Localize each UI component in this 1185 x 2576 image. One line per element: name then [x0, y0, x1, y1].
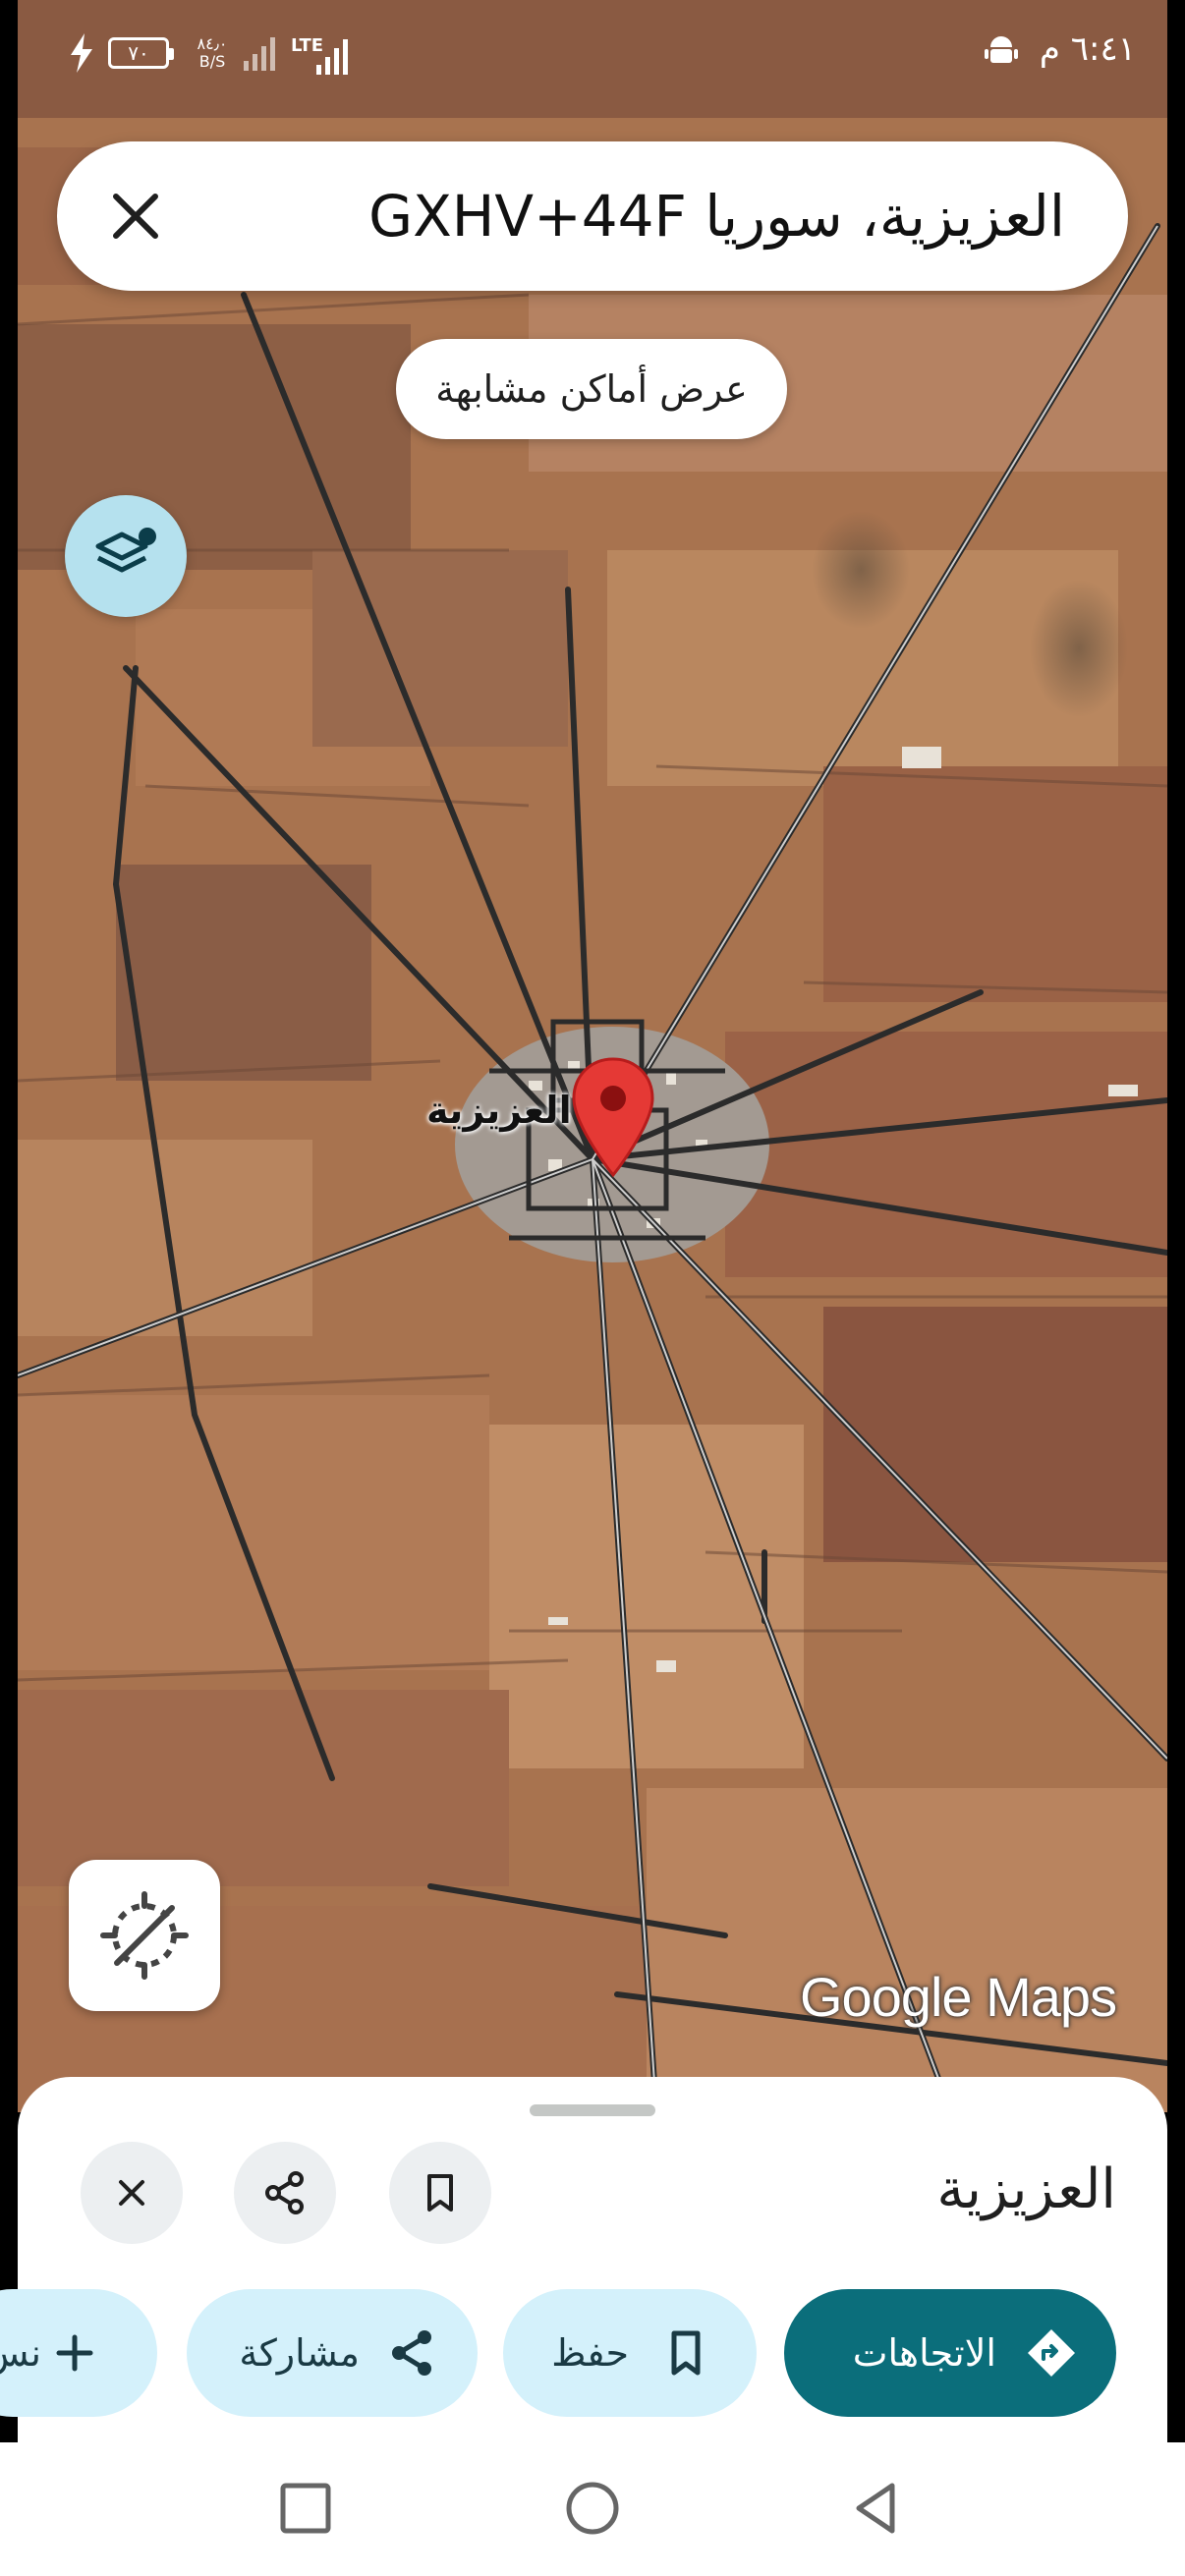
square-icon[interactable]: [269, 2472, 342, 2545]
save-chip[interactable]: حفظ: [503, 2289, 757, 2417]
bookmark-icon: [671, 2330, 701, 2376]
status-bar: ٧٠ ٨٤٫٠ B/S LTE ٦:٤١ م: [0, 0, 1185, 108]
google-maps-attribution: Google Maps: [800, 1966, 1117, 2028]
directions-button[interactable]: الاتجاهات: [784, 2289, 1116, 2417]
share-icon: [265, 2171, 304, 2214]
battery-icon: ٧٠: [108, 37, 174, 69]
signal-icon: [244, 37, 275, 71]
similar-places-button[interactable]: عرض أماكن مشابهة: [396, 339, 787, 439]
directions-icon: [1028, 2329, 1075, 2377]
share-chip[interactable]: مشاركة: [187, 2289, 478, 2417]
more-action-label: نس: [0, 2331, 41, 2375]
network-speed-value: ٨٤٫٠: [197, 34, 228, 53]
network-speed: ٨٤٫٠ B/S: [189, 35, 236, 71]
save-button[interactable]: [389, 2142, 491, 2244]
plus-icon: [56, 2334, 93, 2372]
layers-icon: [95, 528, 156, 573]
satellite-map[interactable]: العزيزية Google Maps: [18, 0, 1167, 2112]
map-place-label[interactable]: العزيزية: [426, 1089, 572, 1132]
navigation-bar: [0, 2442, 1185, 2576]
bookmark-icon: [427, 2174, 453, 2212]
battery-level: ٧٠: [128, 41, 149, 65]
place-title: العزيزية: [936, 2157, 1116, 2221]
directions-label: الاتجاهات: [852, 2331, 996, 2375]
android-icon: [985, 36, 1018, 63]
map-pin-icon[interactable]: [570, 1055, 656, 1179]
close-icon: [119, 2180, 144, 2206]
drag-handle[interactable]: [530, 2104, 655, 2116]
search-bar[interactable]: العزيزية، سوريا GXHV+44F: [57, 141, 1128, 291]
status-time: ٦:٤١ م: [1039, 29, 1136, 69]
charging-icon: [71, 33, 92, 73]
screen: العزيزية Google Maps ٧٠ ٨٤٫٠ B/S LTE ٦:٤…: [0, 0, 1185, 2576]
triangle-icon[interactable]: [841, 2472, 914, 2545]
share-icon: [392, 2330, 431, 2376]
close-icon[interactable]: [98, 179, 173, 253]
my-location-button[interactable]: [69, 1860, 220, 2011]
circle-icon[interactable]: [556, 2472, 629, 2545]
layers-button[interactable]: [65, 495, 187, 617]
network-speed-unit: B/S: [198, 52, 226, 71]
more-action-chip[interactable]: نس: [0, 2289, 157, 2417]
share-label: مشاركة: [239, 2331, 360, 2375]
search-query[interactable]: العزيزية، سوريا GXHV+44F: [368, 175, 1065, 257]
location-off-icon: [100, 1891, 189, 1980]
share-button[interactable]: [234, 2142, 336, 2244]
signal-icon: [316, 39, 348, 75]
close-button[interactable]: [81, 2142, 183, 2244]
save-label: حفظ: [551, 2331, 629, 2375]
